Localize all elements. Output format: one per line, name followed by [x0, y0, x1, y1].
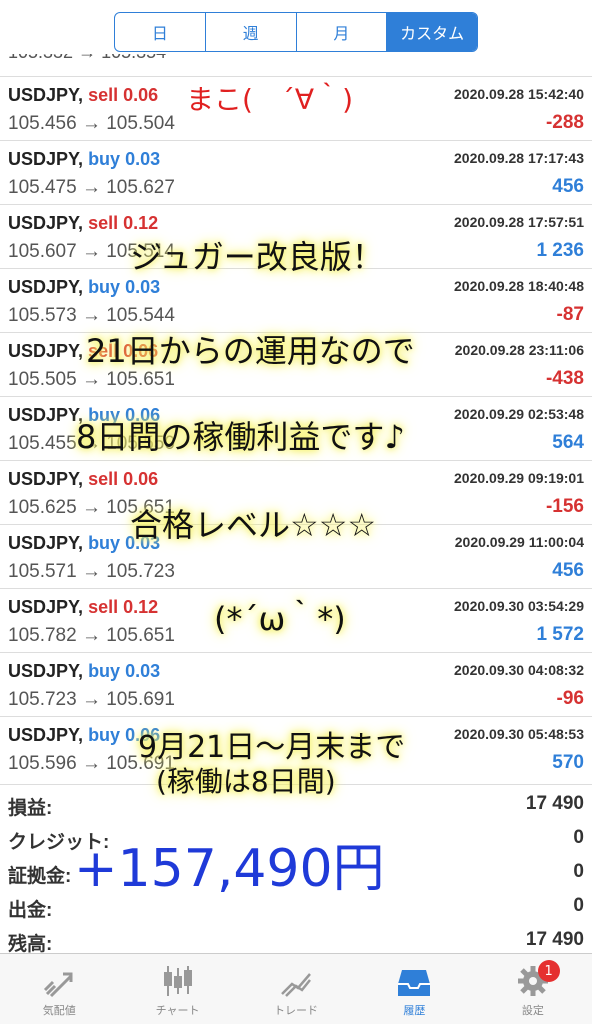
summary-label: 出金: [8, 900, 53, 921]
summary-value: 0 [573, 895, 584, 916]
summary-label: 証拠金: [8, 866, 72, 887]
tab-trade[interactable]: トレード [237, 954, 355, 1024]
trade-prices: 105.723 → 105.691 [8, 689, 175, 710]
trade-prices: 105.456 → 105.504 [8, 113, 175, 134]
bottom-tab-bar: 気配値 チャート トレード 履歴 設定 1 [0, 953, 592, 1024]
trade-prices: 105.573 → 105.544 [8, 305, 175, 326]
partial-row: 105.332 → 105.354 [0, 54, 592, 64]
overlay-line4: 合格レベル☆☆☆ [130, 506, 377, 544]
trade-time: 2020.09.28 15:42:40 [454, 86, 584, 102]
trade-time: 2020.09.28 18:40:48 [454, 278, 584, 294]
tab-chart[interactable]: チャート [118, 954, 236, 1024]
trade-symbol: USDJPY, buy 0.03 [8, 277, 160, 298]
trade-side: buy 0.03 [88, 661, 161, 681]
symbol-name: USDJPY, [8, 725, 84, 745]
trade-symbol: USDJPY, sell 0.12 [8, 213, 158, 234]
trade-time: 2020.09.28 23:11:06 [454, 342, 584, 358]
symbol-name: USDJPY, [8, 85, 84, 105]
overlay-line2: 21日からの運用なので [86, 332, 415, 370]
trade-side: sell 0.12 [88, 213, 159, 233]
overlay-face-text: まこ( ´∀｀) [186, 83, 354, 116]
tab-label: 履歴 [403, 1004, 426, 1017]
trade-side: sell 0.06 [88, 469, 159, 489]
quotes-icon [44, 972, 73, 998]
period-segmented-control: 日 週 月 カスタム [114, 12, 478, 52]
trade-symbol: USDJPY, sell 0.12 [8, 597, 158, 618]
overlay-line7: (稼働は8日間) [156, 765, 336, 798]
trade-profit: -288 [545, 112, 584, 133]
trade-time: 2020.09.30 05:48:53 [454, 726, 584, 742]
partial-row-text: 105.332 → 105.354 [8, 54, 166, 63]
trade-symbol: USDJPY, buy 0.03 [8, 149, 160, 170]
trade-prices: 105.782 → 105.651 [8, 625, 175, 646]
summary-label: 損益: [8, 798, 53, 819]
symbol-name: USDJPY, [8, 405, 84, 425]
summary-value: 17 490 [525, 793, 584, 814]
summary-value: 17 490 [525, 929, 584, 950]
symbol-name: USDJPY, [8, 277, 84, 297]
trade-row[interactable]: USDJPY, buy 0.03 105.723 → 105.691 2020.09… [0, 652, 592, 716]
trade-prices: 105.475 → 105.627 [8, 177, 175, 198]
symbol-name: USDJPY, [8, 149, 84, 169]
summary-label: 残高: [8, 934, 53, 955]
symbol-name: USDJPY, [8, 341, 84, 361]
trade-side: buy 0.03 [88, 277, 161, 297]
tab-label: 設定 [521, 1004, 544, 1017]
trade-symbol: USDJPY, sell 0.06 [8, 85, 158, 106]
segment-month[interactable]: 月 [297, 13, 388, 51]
trade-prices: 105.505 → 105.651 [8, 369, 175, 390]
tab-label: チャート [155, 1004, 200, 1017]
trade-profit: -87 [556, 304, 584, 325]
trade-prices: 105.571 → 105.723 [8, 561, 175, 582]
symbol-name: USDJPY, [8, 533, 84, 553]
trade-profit: -438 [545, 368, 584, 389]
segment-week[interactable]: 週 [206, 13, 297, 51]
trade-profit: 570 [552, 752, 584, 773]
overlay-line5: (*´ω｀*) [214, 600, 346, 638]
trade-row[interactable]: USDJPY, buy 0.03 105.475 → 105.627 2020.09… [0, 140, 592, 204]
chart-icon [163, 966, 192, 996]
trade-side: buy 0.03 [88, 149, 161, 169]
tab-settings[interactable]: 設定 1 [474, 954, 592, 1024]
trade-profit: -96 [556, 688, 584, 709]
symbol-name: USDJPY, [8, 597, 84, 617]
trade-time: 2020.09.28 17:57:51 [454, 214, 584, 230]
tab-history[interactable]: 履歴 [355, 954, 473, 1024]
trade-profit: 456 [552, 560, 584, 581]
trade-profit: 564 [552, 432, 584, 453]
summary-value: 0 [573, 827, 584, 848]
overlay-line1: ジュガー改良版！ [130, 238, 384, 276]
trade-side: sell 0.06 [88, 85, 159, 105]
segment-custom[interactable]: カスタム [387, 13, 477, 51]
trade-time: 2020.09.30 03:54:29 [454, 598, 584, 614]
trade-profit: 1 572 [536, 624, 584, 645]
trade-time: 2020.09.30 04:08:32 [454, 662, 584, 678]
trade-profit: 456 [552, 176, 584, 197]
symbol-name: USDJPY, [8, 213, 84, 233]
notification-badge: 1 [537, 960, 560, 982]
trade-time: 2020.09.28 17:17:43 [454, 150, 584, 166]
symbol-name: USDJPY, [8, 661, 84, 681]
trade-time: 2020.09.29 02:53:48 [454, 406, 584, 422]
segment-day[interactable]: 日 [115, 13, 206, 51]
trade-profit: -156 [545, 496, 584, 517]
trade-icon [281, 973, 311, 997]
overlay-line3: 8日間の稼働利益です♪ [76, 418, 405, 456]
overlay-big-profit: +157,490円 [74, 839, 385, 899]
trade-profit: 1 236 [536, 240, 584, 261]
trade-time: 2020.09.29 09:19:01 [454, 470, 584, 486]
history-icon [398, 970, 431, 996]
tab-label: トレード [274, 1004, 319, 1017]
summary-balance-row: 残高: 17 490 [0, 921, 592, 955]
summary-value: 0 [573, 861, 584, 882]
trade-time: 2020.09.29 11:00:04 [454, 534, 584, 550]
trade-symbol: USDJPY, sell 0.06 [8, 469, 158, 490]
tab-quotes[interactable]: 気配値 [0, 954, 118, 1024]
symbol-name: USDJPY, [8, 469, 84, 489]
trade-side: sell 0.12 [88, 597, 159, 617]
tab-label: 気配値 [42, 1004, 76, 1017]
trade-symbol: USDJPY, buy 0.03 [8, 661, 160, 682]
